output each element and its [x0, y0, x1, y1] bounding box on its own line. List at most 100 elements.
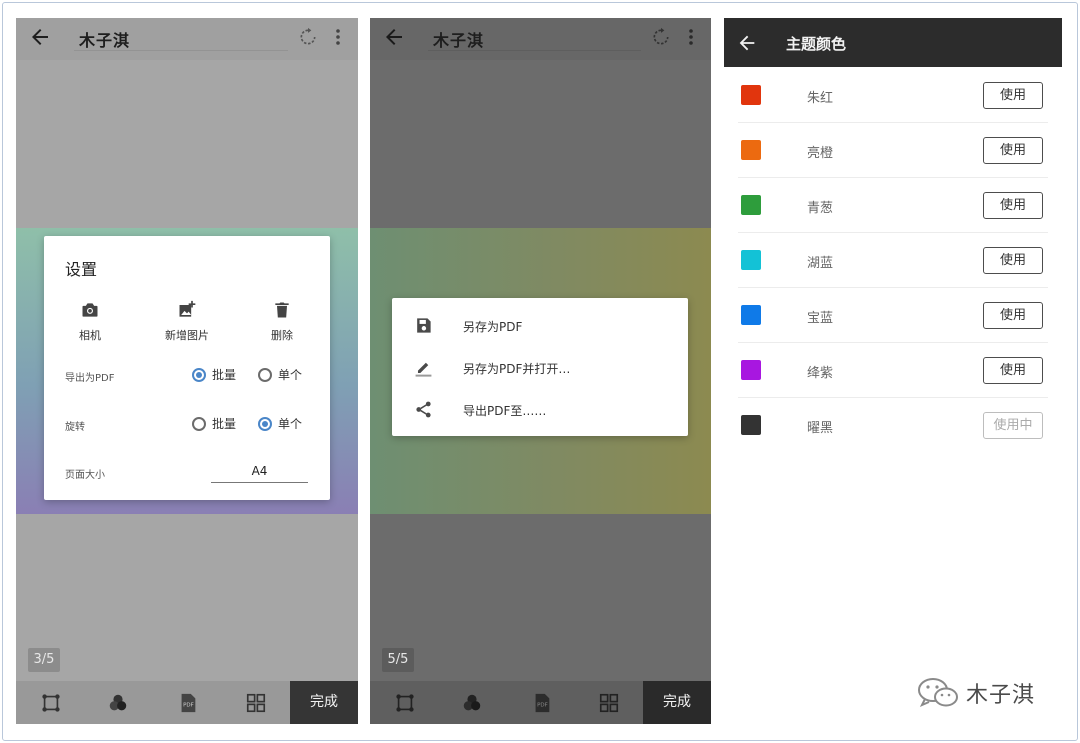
settings-dialog: 设置 相机 新增图片 删除 导出为PDF 批量 单个 旋转 批量 单个 页面大小…	[44, 236, 330, 500]
crop-icon[interactable]	[394, 692, 416, 714]
more-vert-icon[interactable]	[683, 27, 699, 47]
color-name: 曜黑	[807, 421, 834, 436]
color-swatch	[741, 195, 761, 215]
menu-item-export-to[interactable]: 导出PDF至……	[392, 389, 688, 431]
add-image-button[interactable]: 新增图片	[147, 300, 227, 343]
color-row: 亮橙 使用	[724, 123, 1062, 178]
svg-text:PDF: PDF	[183, 703, 194, 709]
camera-label: 相机	[79, 329, 101, 342]
color-name: 亮橙	[807, 146, 834, 161]
filter-icon[interactable]	[461, 692, 483, 714]
menu-item-label: 另存为PDF	[463, 320, 523, 334]
color-swatch	[741, 140, 761, 160]
color-swatch	[741, 250, 761, 270]
color-swatch	[741, 360, 761, 380]
color-row: 朱红 使用	[724, 68, 1062, 123]
use-button[interactable]: 使用	[983, 192, 1043, 219]
bottom-toolbar: PDF 完成	[370, 681, 711, 724]
more-vert-icon[interactable]	[330, 27, 346, 47]
use-button[interactable]: 使用	[983, 357, 1043, 384]
use-button[interactable]: 使用中	[983, 412, 1043, 439]
use-button[interactable]: 使用	[983, 137, 1043, 164]
color-row: 宝蓝 使用	[724, 288, 1062, 343]
color-swatch	[741, 85, 761, 105]
export-batch-radio[interactable]: 批量	[192, 366, 236, 383]
color-swatch	[741, 415, 761, 435]
page-indicator: 3/5	[28, 648, 60, 672]
page-title: 主题颜色	[786, 35, 847, 53]
top-app-bar: 木子淇	[370, 18, 711, 60]
color-row: 青葱 使用	[724, 178, 1062, 233]
watermark-text: 木子淇	[966, 683, 1036, 708]
filter-icon[interactable]	[107, 692, 129, 714]
use-button[interactable]: 使用	[983, 302, 1043, 329]
page-size-label: 页面大小	[65, 470, 105, 481]
radio-label: 批量	[212, 368, 237, 382]
wechat-icon	[918, 678, 958, 707]
camera-button[interactable]: 相机	[50, 300, 130, 343]
use-button[interactable]: 使用	[983, 82, 1043, 109]
pdf-icon[interactable]: PDF	[177, 692, 199, 714]
add-image-icon	[179, 300, 196, 317]
rotate-icon[interactable]	[651, 27, 671, 47]
menu-item-save-pdf[interactable]: 另存为PDF	[392, 305, 688, 347]
rotate-batch-radio[interactable]: 批量	[192, 415, 236, 432]
color-row: 绛紫 使用	[724, 343, 1062, 398]
dialog-title: 设置	[65, 260, 98, 279]
radio-checked-icon	[258, 416, 272, 431]
svg-text:PDF: PDF	[537, 703, 548, 709]
camera-icon	[82, 303, 98, 317]
title-divider	[428, 50, 641, 51]
screen-theme-color: 主题颜色 朱红 使用 亮橙 使用 青葱 使用 湖蓝 使用 宝蓝 使用 绛紫 使用	[724, 18, 1062, 724]
grid-view-icon[interactable]	[245, 692, 267, 714]
done-button[interactable]: 完成	[290, 681, 358, 724]
menu-item-label: 导出PDF至……	[463, 404, 547, 418]
export-menu: 另存为PDF 另存为PDF并打开… 导出PDF至……	[392, 298, 688, 436]
radio-label: 单个	[278, 417, 303, 431]
edit-pencil-icon	[415, 362, 432, 377]
delete-label: 删除	[271, 329, 293, 342]
color-row: 曜黑 使用中	[724, 398, 1062, 453]
trash-icon	[275, 302, 289, 318]
export-pdf-label: 导出为PDF	[65, 373, 115, 384]
color-swatch	[741, 305, 761, 325]
color-name: 湖蓝	[807, 256, 834, 271]
use-button[interactable]: 使用	[983, 247, 1043, 274]
delete-button[interactable]: 删除	[242, 300, 322, 343]
wechat-watermark: 木子淇	[916, 676, 1035, 710]
color-row: 湖蓝 使用	[724, 233, 1062, 288]
page-indicator: 5/5	[382, 648, 414, 672]
pdf-icon[interactable]: PDF	[531, 692, 553, 714]
screen-settings: 木子淇 设置 相机 新增图片 删除 导出为PDF 批量 单个 旋转 批量 单个 …	[16, 18, 358, 724]
app-title: 木子淇	[79, 31, 131, 50]
grid-view-icon[interactable]	[598, 692, 620, 714]
add-image-label: 新增图片	[165, 329, 209, 342]
menu-item-label: 另存为PDF并打开…	[463, 362, 571, 376]
rotate-single-radio[interactable]: 单个	[258, 415, 302, 432]
page-size-field[interactable]: A4	[211, 464, 308, 483]
back-arrow-icon[interactable]	[736, 32, 758, 54]
screen-export-menu: 木子淇 另存为PDF 另存为PDF并打开… 导出PDF至…… 5/5 PDF 完…	[370, 18, 711, 724]
radio-unchecked-icon	[258, 367, 272, 382]
rotate-label: 旋转	[65, 422, 85, 433]
bottom-toolbar: PDF 完成	[16, 681, 358, 724]
done-button[interactable]: 完成	[643, 681, 711, 724]
radio-label: 单个	[278, 368, 303, 382]
rotate-icon[interactable]	[298, 27, 318, 47]
color-name: 宝蓝	[807, 311, 834, 326]
title-divider	[74, 50, 288, 51]
menu-item-save-and-open[interactable]: 另存为PDF并打开…	[392, 347, 688, 389]
color-name: 青葱	[807, 201, 834, 216]
back-arrow-icon[interactable]	[382, 25, 406, 49]
top-app-bar: 木子淇	[16, 18, 358, 60]
save-icon	[417, 318, 431, 333]
radio-label: 批量	[212, 417, 237, 431]
crop-icon[interactable]	[40, 692, 62, 714]
back-arrow-icon[interactable]	[28, 25, 52, 49]
share-icon	[416, 401, 431, 418]
color-name: 朱红	[807, 91, 834, 106]
top-app-bar: 主题颜色	[724, 18, 1062, 67]
color-name: 绛紫	[807, 366, 834, 381]
export-single-radio[interactable]: 单个	[258, 366, 302, 383]
app-title: 木子淇	[433, 31, 485, 50]
